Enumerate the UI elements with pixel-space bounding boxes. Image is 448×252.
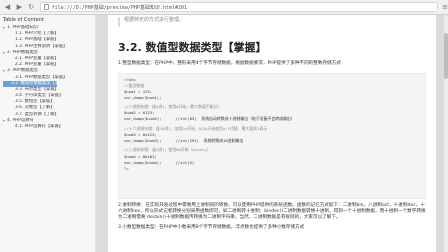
float-paragraph: 3.小数型数据类型：在PHP中小数采用8个字节存储数据，浮点数也提供了多种小数存…: [118, 225, 305, 231]
file-icon: [43, 4, 49, 10]
refresh-button[interactable]: ↻: [27, 3, 36, 12]
scrollbar-track[interactable]: [444, 15, 448, 252]
code-line: ?>: [124, 165, 129, 171]
top-note: 根据特定的方式进行整理。: [118, 17, 426, 27]
forward-button[interactable]: ▶: [15, 3, 24, 12]
menu-button[interactable]: ≡: [442, 3, 448, 11]
section-heading: 3.2. 数值型数据类型【掌握】: [118, 41, 267, 54]
content-area: 根据特定的方式进行整理。 3.2. 数值型数据类型【掌握】 1.整型数据类型：在…: [96, 15, 448, 252]
conversion-paragraph: 2.进制转换：在实际开发过程中需要用上进制间的转换，可以使用PHP提供的系统函数…: [118, 202, 426, 220]
toc-item-label: 4.1. PHP运算符【掌握】: [15, 124, 64, 129]
toc-title: Table of Content: [3, 17, 44, 23]
url-text[interactable]: file:///D:/PHP基础/preview/PHP基础知识.html#20…: [52, 4, 187, 11]
scrollbar-thumb[interactable]: [444, 33, 448, 79]
browser-toolbar: ◀ ▶ ↻ file:///D:/PHP基础/preview/PHP基础知识.h…: [0, 0, 448, 15]
code-block: <?php//整型数据 $num1 = 123; var_dump($num1); /…: [118, 72, 426, 199]
toc-list: ▾ 1. PHP基础知识 1.1. PHP介绍【了解】 1.2. PHP基础【掌握】 1…: [3, 25, 95, 130]
toc-item[interactable]: 4.1. PHP运算符【掌握】: [3, 124, 95, 130]
toc-sidebar: Table of Content ▾ 1. PHP基础知识 1.1. PHP介绍【了…: [0, 15, 96, 252]
document: 根据特定的方式进行整理。 3.2. 数值型数据类型【掌握】 1.整型数据类型：在…: [108, 15, 436, 252]
intro-paragraph: 1.整型数据类型：在PHP中，整形采用4个字节存储数据，根据数据要求，PHP提供…: [118, 61, 341, 66]
address-bar[interactable]: file:///D:/PHP基础/preview/PHP基础知识.html#20…: [39, 2, 439, 12]
back-button[interactable]: ◀: [3, 3, 12, 12]
